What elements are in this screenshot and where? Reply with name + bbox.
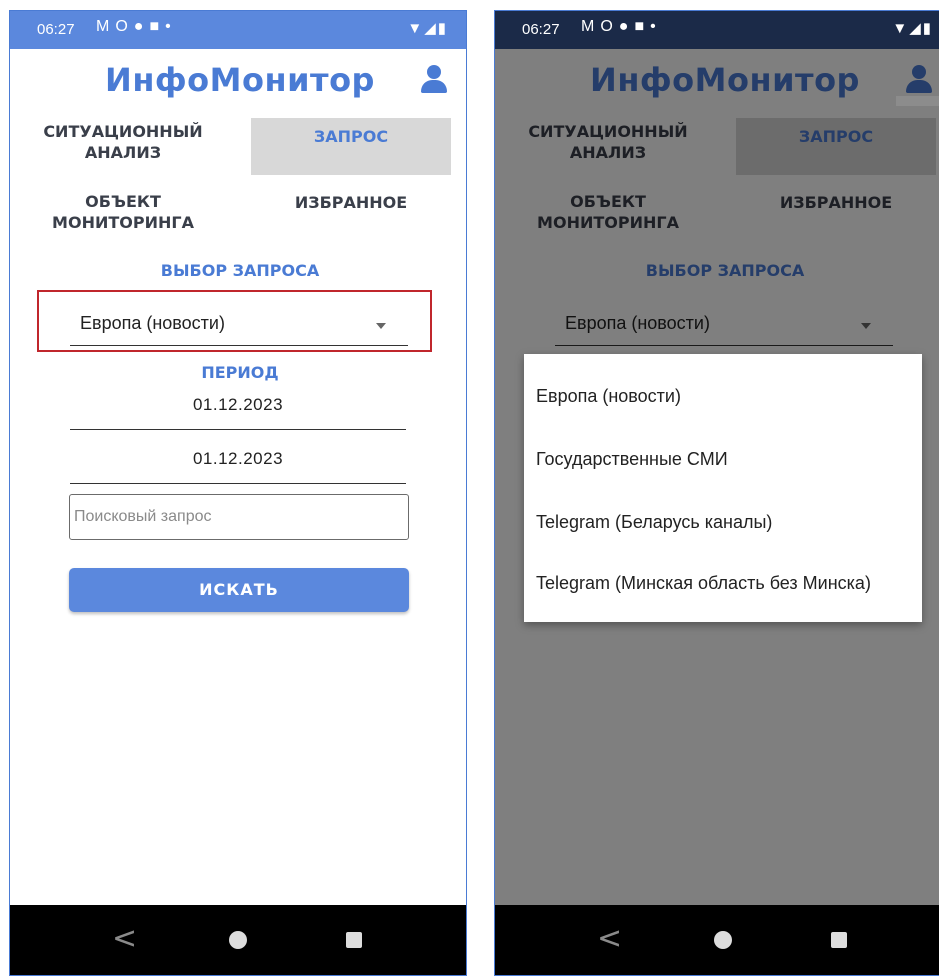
status-bar: 06:27 MO●■• ▼◢▮ (10, 11, 466, 49)
a-icon: ● (618, 18, 635, 35)
dot-icon: • (165, 18, 177, 35)
gmail-icon: M (581, 18, 601, 35)
system-icons: ▼◢▮ (892, 19, 933, 37)
notification-icons: MO●■• (96, 18, 177, 36)
date-to-value: 01.12.2023 (192, 449, 284, 468)
person-icon: ■ (634, 18, 651, 35)
phone-screen-left: 06:27 MO●■• ▼◢▮ ИнфоМонитор СИТУАЦИОННЫЙ… (9, 10, 467, 976)
wifi-icon: ▼ (892, 20, 910, 37)
recent-apps-icon[interactable] (831, 932, 847, 948)
query-select-label: ВЫБОР ЗАПРОСА (160, 261, 320, 280)
battery-icon: ▮ (922, 20, 933, 37)
tab-monitoring-object[interactable]: ОБЪЕКТ МОНИТОРИНГА (38, 191, 208, 233)
date-from-field[interactable]: 01.12.2023 (70, 389, 406, 430)
date-to-field[interactable]: 01.12.2023 (70, 443, 406, 484)
dropdown-option[interactable]: Telegram (Беларусь каналы) (536, 512, 772, 533)
dropdown-option[interactable]: Государственные СМИ (536, 449, 728, 470)
search-input[interactable] (69, 494, 409, 540)
dropdown-menu: Европа (новости) Государственные СМИ Tel… (524, 354, 922, 622)
recent-apps-icon[interactable] (346, 932, 362, 948)
status-time: 06:27 (37, 21, 75, 38)
tab-query[interactable]: ЗАПРОС (251, 118, 451, 175)
o-icon: O (115, 18, 134, 35)
navigation-bar: < (495, 905, 939, 975)
home-icon[interactable] (714, 931, 732, 949)
phone-screen-right: 06:27 MO●■• ▼◢▮ ИнфоМонитор СИТУАЦИОННЫЙ… (494, 10, 939, 976)
tab-favorites[interactable]: ИЗБРАННОЕ (276, 192, 426, 213)
system-icons: ▼◢▮ (407, 19, 448, 37)
o-icon: O (600, 18, 619, 35)
app-title: ИнфоМонитор (105, 61, 375, 99)
status-time: 06:27 (522, 21, 560, 38)
status-bar: 06:27 MO●■• ▼◢▮ (495, 11, 939, 49)
signal-icon: ◢ (424, 20, 438, 37)
date-from-value: 01.12.2023 (192, 395, 284, 414)
dot-icon: • (650, 18, 662, 35)
back-icon[interactable]: < (112, 921, 137, 956)
tab-situation-analysis[interactable]: СИТУАЦИОННЫЙ АНАЛИЗ (28, 121, 218, 163)
select-highlight-frame (37, 290, 432, 352)
notification-icons: MO●■• (581, 18, 662, 36)
search-button[interactable]: ИСКАТЬ (69, 568, 409, 612)
home-icon[interactable] (229, 931, 247, 949)
navigation-bar: < (10, 905, 466, 975)
period-label: ПЕРИОД (201, 363, 279, 382)
a-icon: ● (133, 18, 150, 35)
battery-icon: ▮ (437, 20, 448, 37)
person-icon: ■ (149, 18, 166, 35)
back-icon[interactable]: < (597, 921, 622, 956)
user-icon[interactable] (421, 65, 447, 93)
gmail-icon: M (96, 18, 116, 35)
dropdown-option[interactable]: Европа (новости) (536, 386, 681, 407)
wifi-icon: ▼ (407, 20, 425, 37)
scroll-indicator (896, 96, 939, 106)
dropdown-option[interactable]: Telegram (Минская область без Минска) (536, 573, 871, 594)
signal-icon: ◢ (909, 20, 923, 37)
